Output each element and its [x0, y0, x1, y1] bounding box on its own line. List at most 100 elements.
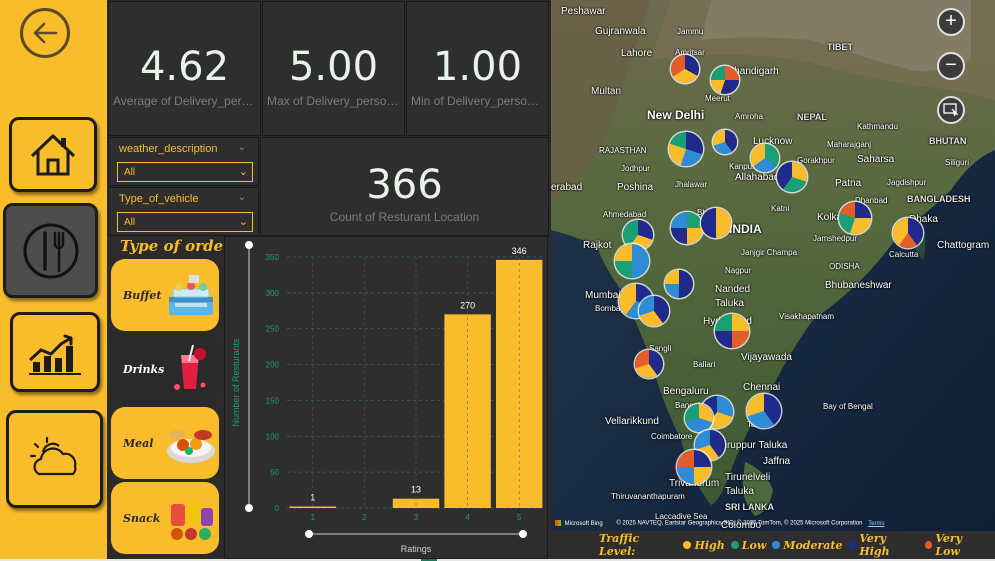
- traffic-pie[interactable]: [671, 55, 699, 83]
- kpi-max-rating: 5.00 Max of Delivery_person_Ratings: [262, 1, 405, 136]
- zoom-out-button[interactable]: −: [937, 52, 965, 80]
- vehicle-dropdown[interactable]: All ⌄: [117, 212, 253, 232]
- x-axis-title: Ratings: [401, 544, 432, 554]
- dropdown-value: All: [124, 217, 136, 228]
- map-label: Taluka: [725, 486, 754, 497]
- minus-icon: −: [945, 54, 957, 76]
- data-label: 270: [460, 300, 475, 310]
- data-label: 1: [310, 493, 315, 503]
- back-button[interactable]: [20, 8, 70, 58]
- legend-dot: [730, 541, 739, 549]
- traffic-pie[interactable]: [639, 296, 669, 326]
- map-panel[interactable]: Peshawar Gujranwala Jammu Amritsar Lahor…: [551, 0, 995, 531]
- home-button[interactable]: [9, 117, 97, 192]
- traffic-pie[interactable]: [751, 144, 779, 172]
- analytics-button[interactable]: [10, 312, 100, 392]
- meal-icon: [167, 430, 215, 463]
- traffic-pie[interactable]: [839, 202, 871, 234]
- traffic-pie[interactable]: [635, 350, 663, 378]
- map-attribution: Microsoft Bing © 2025 NAVTEQ, Eartstar G…: [555, 520, 885, 527]
- y-tick-label: 150: [266, 396, 280, 405]
- bing-logo-icon: [555, 520, 561, 527]
- traffic-pie[interactable]: [615, 244, 649, 278]
- kpi-value: 5.00: [288, 44, 379, 90]
- dashboard: 4.62 Average of Delivery_person_Ratings …: [0, 0, 995, 561]
- map-label: Thiruvananthapuram: [611, 492, 685, 501]
- map-label: Nanded: [715, 284, 751, 295]
- map-label: Coimbatore: [651, 432, 693, 441]
- map-select-button[interactable]: [937, 96, 965, 124]
- traffic-pie[interactable]: [701, 208, 731, 238]
- kpi-value: 4.62: [139, 44, 230, 90]
- map-label: Mumbai: [585, 290, 621, 301]
- order-meal-button[interactable]: Meal: [111, 407, 219, 479]
- chevron-down-icon[interactable]: ⌄: [238, 142, 246, 153]
- traffic-pie[interactable]: [669, 132, 703, 166]
- kpi-avg-rating: 4.62 Average of Delivery_person_Ratings: [108, 1, 261, 136]
- map-label: Janjgir Champa: [741, 248, 798, 257]
- legend-dot: [848, 541, 857, 549]
- map-label: Visakhapatnam: [779, 312, 834, 321]
- terms-link[interactable]: Terms: [868, 521, 884, 527]
- y-tick-label: 100: [266, 432, 280, 441]
- map-label: Bhubaneshwar: [825, 280, 892, 291]
- map-label: Jaffna: [763, 456, 791, 467]
- map-label: BHUTAN: [929, 136, 967, 146]
- traffic-pie[interactable]: [671, 212, 703, 244]
- traffic-pie[interactable]: [665, 270, 693, 298]
- map-label: Jodhpur: [621, 164, 650, 173]
- order-snack-button[interactable]: Snack: [111, 482, 219, 554]
- map-label: Allahabad: [735, 172, 780, 183]
- kpi-count-location: 366 Count of Resturant Location: [260, 137, 549, 236]
- order-title: Type of order: [120, 237, 232, 255]
- map-label: Jamshedpur: [813, 234, 858, 243]
- y-slider-handle: [245, 241, 253, 249]
- map-label: Vellarikkund: [605, 416, 659, 427]
- zoom-in-button[interactable]: +: [937, 8, 965, 36]
- traffic-pie[interactable]: [685, 404, 713, 432]
- map-label: Ballari: [693, 360, 716, 369]
- traffic-pie[interactable]: [777, 162, 807, 192]
- x-tick-label: 5: [517, 513, 522, 522]
- chevron-down-icon: ⌄: [238, 166, 248, 178]
- traffic-pie[interactable]: [747, 394, 781, 428]
- chevron-down-icon[interactable]: ⌄: [238, 192, 246, 203]
- x-tick-label: 1: [311, 513, 316, 522]
- map-label: Lahore: [621, 48, 653, 59]
- legend-item: Very High: [848, 532, 919, 558]
- map-label: Tirunelveli: [725, 472, 771, 483]
- y-tick-label: 50: [270, 468, 279, 477]
- traffic-pie[interactable]: [893, 218, 923, 248]
- food-button[interactable]: [3, 203, 98, 298]
- chevron-down-icon: ⌄: [238, 216, 248, 228]
- order-buffet-button[interactable]: Buffet: [111, 259, 219, 331]
- traffic-pie[interactable]: [677, 450, 711, 484]
- map-label: Vijayawada: [741, 352, 792, 363]
- weather-slicer: weather_description ⌄ All ⌄: [108, 137, 259, 186]
- weather-button[interactable]: [6, 410, 103, 508]
- map-label: Chattogram: [937, 240, 990, 251]
- map-label: Bengaluru: [663, 386, 709, 397]
- traffic-pie[interactable]: [713, 130, 737, 154]
- y-slider-handle: [245, 504, 253, 512]
- x-tick-label: 2: [362, 513, 367, 522]
- map-label: Multan: [591, 86, 622, 97]
- kpi-label: Count of Resturant Location: [329, 210, 480, 224]
- growth-chart-icon: [28, 334, 81, 375]
- order-drinks-button[interactable]: Drinks: [111, 333, 219, 405]
- map-label: Meerut: [705, 94, 730, 103]
- map-label: Peshawar: [561, 6, 606, 17]
- plus-icon: +: [945, 10, 957, 32]
- drinks-icon: [174, 344, 206, 390]
- map-label: erabad: [551, 182, 583, 193]
- legend-label: Moderate: [783, 538, 843, 552]
- order-label: Snack: [123, 511, 161, 525]
- weather-dropdown[interactable]: All ⌄: [117, 162, 253, 182]
- kpi-label: Average of Delivery_person_Ratings: [113, 94, 256, 108]
- traffic-pie[interactable]: [715, 314, 749, 348]
- y-axis-title: Number of Resturants: [231, 338, 241, 427]
- legend-item: Very Low: [924, 532, 989, 558]
- traffic-pie[interactable]: [711, 66, 739, 94]
- legend-dot: [683, 541, 692, 549]
- map-label: Calcutta: [889, 250, 919, 259]
